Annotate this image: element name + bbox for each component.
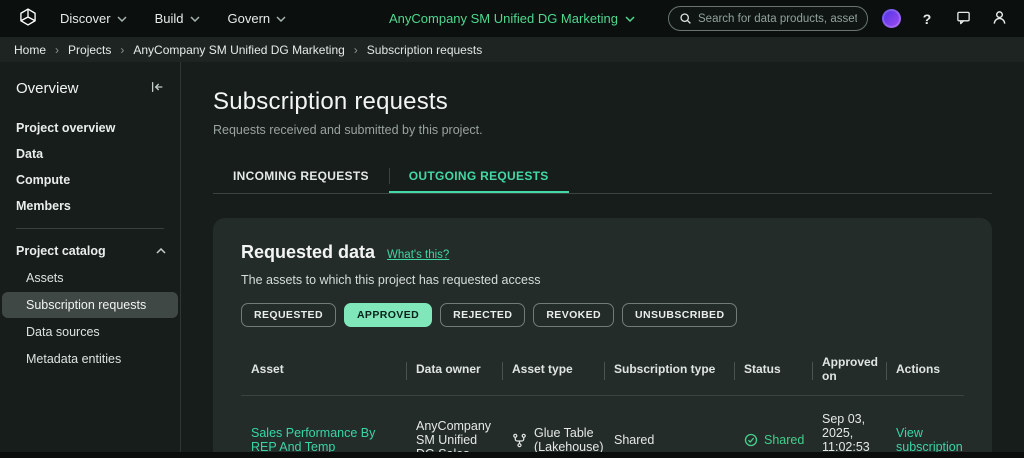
side-navigation: Overview Project overview Data Compute M…: [0, 62, 181, 458]
table-header-row: Asset Data owner Asset type Subscription…: [241, 347, 964, 396]
chevron-down-icon: [190, 16, 200, 22]
top-nav-center: AnyCompany SM Unified DG Marketing: [389, 11, 635, 26]
requested-data-panel: Requested data What's this? The assets t…: [213, 218, 992, 458]
status-badge: Shared: [744, 433, 802, 447]
feedback-button[interactable]: [950, 6, 976, 32]
filter-approved[interactable]: APPROVED: [344, 303, 432, 327]
sidebar-item-compute[interactable]: Compute: [0, 167, 180, 193]
nav-menu-govern[interactable]: Govern: [216, 5, 299, 32]
sidebar-item-members[interactable]: Members: [0, 193, 180, 219]
breadcrumb-projects[interactable]: Projects: [68, 43, 111, 57]
nav-menu-govern-label: Govern: [228, 11, 271, 26]
column-header-asset-type: Asset type: [502, 347, 604, 396]
help-icon: ?: [923, 11, 932, 27]
amazon-q-icon: [882, 9, 901, 28]
status-label: Shared: [764, 433, 804, 447]
tab-outgoing-requests[interactable]: OUTGOING REQUESTS: [389, 159, 569, 193]
app-logo-icon: [18, 7, 38, 30]
breadcrumb-current-page: Subscription requests: [367, 43, 482, 57]
filter-rejected[interactable]: REJECTED: [440, 303, 525, 327]
chevron-up-icon: [156, 248, 166, 254]
asset-type-cell: Glue Table (Lakehouse): [512, 426, 594, 454]
data-owner-cell: AnyCompany SM Unified DG Sales: [406, 396, 502, 458]
breadcrumb-separator: ›: [55, 43, 59, 57]
panel-description: The assets to which this project has req…: [241, 273, 964, 287]
page-subtitle: Requests received and submitted by this …: [213, 123, 992, 137]
nav-menu-discover[interactable]: Discover: [48, 5, 139, 32]
breadcrumb: Home › Projects › AnyCompany SM Unified …: [0, 37, 1024, 62]
top-navigation: Discover Build Govern AnyCompany SM Unif…: [0, 0, 1024, 37]
view-subscription-link[interactable]: View subscription: [896, 426, 963, 454]
sidebar-divider: [16, 228, 164, 229]
sidebar-item-data-sources[interactable]: Data sources: [2, 319, 178, 345]
filter-revoked[interactable]: REVOKED: [533, 303, 614, 327]
chevron-down-icon: [276, 16, 286, 22]
glue-table-icon: [512, 433, 527, 448]
column-header-data-owner: Data owner: [406, 347, 502, 396]
column-header-actions: Actions: [886, 347, 964, 396]
tab-incoming-requests[interactable]: INCOMING REQUESTS: [213, 159, 389, 193]
whats-this-link[interactable]: What's this?: [387, 249, 449, 261]
nav-menu-discover-label: Discover: [60, 11, 111, 26]
sidebar-header: Overview: [0, 78, 180, 99]
top-nav-right: ?: [635, 6, 1012, 32]
top-nav-left: Discover Build Govern: [12, 3, 389, 34]
sidebar-collapse-button[interactable]: [148, 78, 166, 99]
search-icon: [679, 12, 692, 25]
nav-menu-build-label: Build: [155, 11, 184, 26]
status-filter-group: REQUESTED APPROVED REJECTED REVOKED UNSU…: [241, 303, 964, 327]
breadcrumb-project-name[interactable]: AnyCompany SM Unified DG Marketing: [133, 43, 344, 57]
subscription-type-cell: Shared: [604, 396, 734, 458]
sidebar-item-project-overview[interactable]: Project overview: [0, 115, 180, 141]
breadcrumb-separator: ›: [120, 43, 124, 57]
filter-unsubscribed[interactable]: UNSUBSCRIBED: [622, 303, 737, 327]
sidebar-item-data[interactable]: Data: [0, 141, 180, 167]
column-header-approved-on: Approved on: [812, 347, 886, 396]
panel-title: Requested data: [241, 242, 375, 263]
sidebar-section-project-catalog[interactable]: Project catalog: [0, 238, 180, 264]
feedback-icon: [956, 10, 971, 28]
help-button[interactable]: ?: [914, 6, 940, 32]
approved-on-cell: Sep 03, 2025, 11:02:53 AM: [812, 396, 886, 458]
sidebar-section-label: Project catalog: [16, 244, 106, 258]
chevron-down-icon: [625, 16, 635, 22]
panel-header: Requested data What's this?: [241, 242, 964, 263]
column-header-asset: Asset: [241, 347, 406, 396]
app-logo-button[interactable]: [12, 3, 44, 34]
user-icon: [992, 10, 1007, 28]
asset-type-label: Glue Table (Lakehouse): [534, 426, 603, 454]
search-input[interactable]: [698, 13, 857, 25]
breadcrumb-home[interactable]: Home: [14, 43, 46, 57]
sidebar-item-subscription-requests[interactable]: Subscription requests: [2, 292, 178, 318]
status-positive-icon: [744, 433, 758, 447]
column-header-status: Status: [734, 347, 812, 396]
table-row: Sales Performance By REP And Temp AnyCom…: [241, 396, 964, 458]
sidebar-item-assets[interactable]: Assets: [2, 265, 178, 291]
content-area: Overview Project overview Data Compute M…: [0, 62, 1024, 458]
collapse-panel-icon: [150, 80, 164, 97]
filter-requested[interactable]: REQUESTED: [241, 303, 336, 327]
sidebar-title: Overview: [16, 80, 79, 97]
page-title: Subscription requests: [213, 88, 992, 116]
chevron-down-icon: [117, 16, 127, 22]
user-profile-button[interactable]: [986, 6, 1012, 32]
sidebar-item-metadata-entities[interactable]: Metadata entities: [2, 346, 178, 372]
breadcrumb-separator: ›: [354, 43, 358, 57]
requests-table: Asset Data owner Asset type Subscription…: [241, 347, 964, 458]
asset-link[interactable]: Sales Performance By REP And Temp: [251, 426, 375, 454]
main-content: Subscription requests Requests received …: [181, 62, 1024, 458]
global-search-box: [668, 6, 868, 31]
tabs: INCOMING REQUESTS OUTGOING REQUESTS: [213, 159, 992, 194]
nav-menu-build[interactable]: Build: [143, 5, 212, 32]
column-header-subscription-type: Subscription type: [604, 347, 734, 396]
amazon-q-button[interactable]: [878, 6, 904, 32]
project-selector[interactable]: AnyCompany SM Unified DG Marketing: [389, 11, 635, 26]
window-bottom-edge: [0, 452, 1024, 458]
project-selector-label: AnyCompany SM Unified DG Marketing: [389, 11, 618, 26]
